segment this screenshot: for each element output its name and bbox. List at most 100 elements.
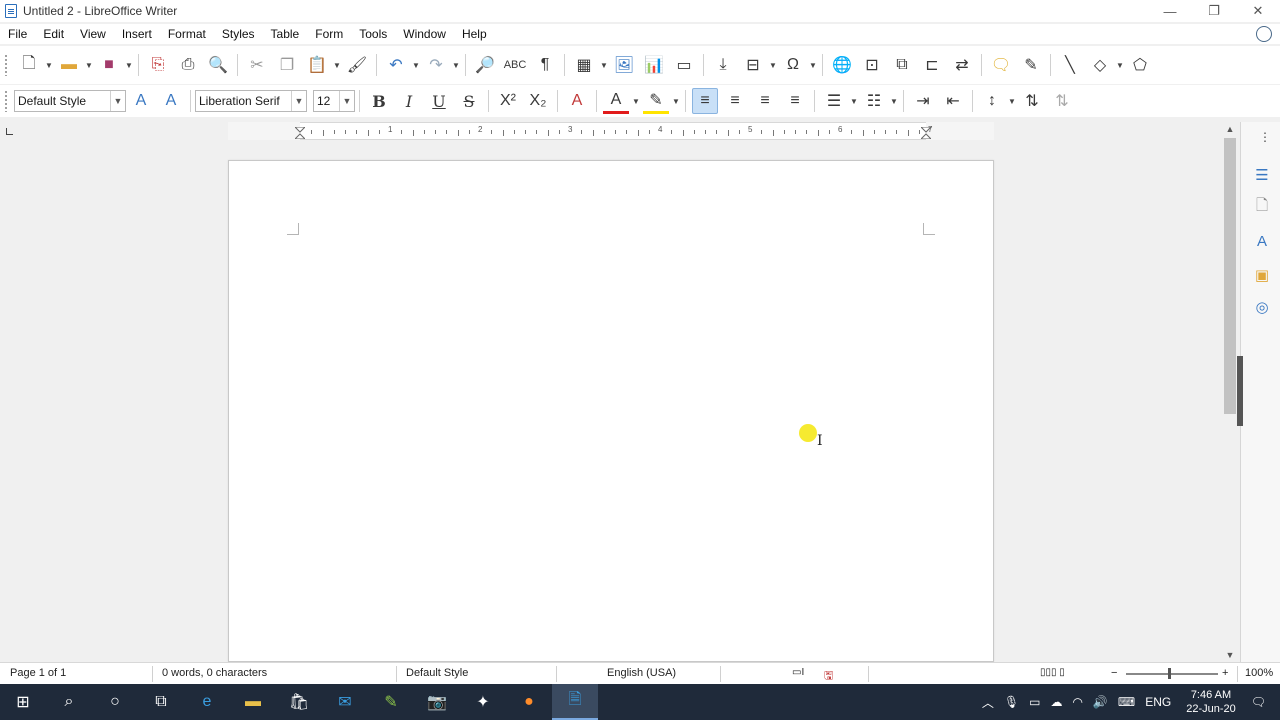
sidebar-menu-icon[interactable]: ⋮ (1259, 130, 1271, 144)
keyboard-icon[interactable]: ⌨ (1118, 695, 1135, 709)
redo-icon[interactable]: ↷ (423, 52, 449, 78)
firefox-icon[interactable]: ● (506, 684, 552, 720)
paste-dropdown-icon[interactable]: ▼ (332, 52, 342, 78)
menu-insert[interactable]: Insert (114, 27, 160, 41)
line-spacing-icon[interactable]: ↕ (979, 88, 1005, 114)
properties-icon[interactable]: ☰ (1251, 164, 1273, 186)
underline-button[interactable]: U (426, 88, 452, 114)
clock[interactable]: 7:46 AM 22-Jun-20 (1186, 688, 1236, 716)
undo-icon[interactable]: ↶ (383, 52, 409, 78)
scroll-down-icon[interactable]: ▼ (1222, 648, 1238, 662)
endnote-icon[interactable]: ⧉ (889, 52, 915, 78)
bold-button[interactable]: B (366, 88, 392, 114)
menu-help[interactable]: Help (454, 27, 495, 41)
redo-dropdown-icon[interactable]: ▼ (451, 52, 461, 78)
page-icon[interactable]: 🗋 (1251, 196, 1273, 218)
gallery-icon[interactable]: ▣ (1251, 264, 1273, 286)
horizontal-ruler[interactable]: 1234567 (228, 122, 994, 140)
language[interactable]: English (USA) (607, 667, 676, 679)
task-view-icon[interactable]: ⧉ (138, 684, 184, 720)
battery-icon[interactable]: ▭ (1029, 695, 1040, 709)
notifications-icon[interactable]: 🗨 (1251, 695, 1266, 709)
menu-styles[interactable]: Styles (214, 27, 263, 41)
insert-image-icon[interactable]: 🖼 (611, 52, 637, 78)
menu-table[interactable]: Table (263, 27, 308, 41)
page-style[interactable]: Default Style (406, 667, 468, 679)
new-document-icon[interactable]: 🗋 (16, 52, 42, 78)
scrollbar-thumb[interactable] (1224, 138, 1236, 414)
font-name-combo[interactable]: Liberation Serif ▼ (195, 90, 307, 112)
spelling-icon[interactable]: ABC (502, 52, 528, 78)
shapes-dropdown-icon[interactable]: ▼ (1115, 52, 1125, 78)
microphone-icon[interactable]: 🎙 (1004, 695, 1019, 709)
windows-start-icon[interactable]: ⊞ (0, 684, 46, 720)
print-icon[interactable]: ⎙ (175, 52, 201, 78)
show-hidden-icons-icon[interactable]: ︿ (982, 694, 994, 711)
chevron-down-icon[interactable]: ▼ (291, 91, 306, 111)
chevron-down-icon[interactable]: ▼ (110, 91, 125, 111)
globe-icon[interactable] (1256, 26, 1272, 42)
insert-chart-icon[interactable]: 📊 (641, 52, 667, 78)
language-indicator[interactable]: ENG (1145, 695, 1171, 709)
mail-icon[interactable]: ✉ (322, 684, 368, 720)
superscript-button[interactable]: X² (495, 88, 521, 114)
undo-dropdown-icon[interactable]: ▼ (411, 52, 421, 78)
view-layout-icon[interactable]: ▯▯▯ ▯ (1040, 667, 1065, 678)
new-dropdown-icon[interactable]: ▼ (44, 52, 54, 78)
align-right-icon[interactable]: ≡ (752, 88, 778, 114)
paste-icon[interactable]: 📋 (304, 52, 330, 78)
ordered-list-icon[interactable]: ☷ (861, 88, 887, 114)
copy-icon[interactable]: ❐ (274, 52, 300, 78)
menu-window[interactable]: Window (395, 27, 454, 41)
font-color-dropdown-icon[interactable]: ▼ (631, 88, 641, 114)
draw-functions-icon[interactable]: ⬠ (1127, 52, 1153, 78)
footnote-icon[interactable]: ⊡ (859, 52, 885, 78)
bullets-dropdown-icon[interactable]: ▼ (849, 88, 859, 114)
page-break-icon[interactable]: ⤓ (710, 52, 736, 78)
open-folder-icon[interactable]: ▬ (56, 52, 82, 78)
chevron-down-icon[interactable]: ▼ (339, 91, 354, 111)
tab-stop-type-icon[interactable] (6, 128, 13, 135)
toolbar-grip[interactable] (4, 90, 8, 112)
close-button[interactable]: ✕ (1236, 0, 1280, 22)
increase-indent-icon[interactable]: ⇥ (910, 88, 936, 114)
unordered-list-icon[interactable]: ☰ (821, 88, 847, 114)
save-icon[interactable]: ■ (96, 52, 122, 78)
selection-mode-icon[interactable]: ▭I (792, 667, 804, 678)
store-icon[interactable]: 🛍 (276, 684, 322, 720)
export-pdf-icon[interactable]: ⎘ (145, 52, 171, 78)
new-style-icon[interactable]: A (158, 88, 184, 114)
open-dropdown-icon[interactable]: ▼ (84, 52, 94, 78)
document-page[interactable]: I (228, 160, 994, 662)
clone-formatting-icon[interactable]: 🖌 (344, 52, 370, 78)
file-explorer-icon[interactable]: ▬ (230, 684, 276, 720)
scroll-up-icon[interactable]: ▲ (1222, 122, 1238, 136)
wifi-icon[interactable]: ◠ (1072, 695, 1082, 709)
menu-tools[interactable]: Tools (351, 27, 395, 41)
writer-taskbar-icon[interactable]: 🗎 (552, 684, 598, 720)
save-dropdown-icon[interactable]: ▼ (124, 52, 134, 78)
zoom-out-button[interactable]: − (1111, 667, 1117, 679)
increase-paragraph-spacing-icon[interactable]: ⇅ (1019, 88, 1045, 114)
highlight-color-icon[interactable]: ✎ (643, 88, 669, 114)
notepad-icon[interactable]: ✎ (368, 684, 414, 720)
bookmark-icon[interactable]: ⊏ (919, 52, 945, 78)
app-icon[interactable]: ✦ (460, 684, 506, 720)
comment-icon[interactable]: 🗨 (988, 52, 1014, 78)
align-left-icon[interactable]: ≡ (692, 88, 718, 114)
hyperlink-icon[interactable]: 🌐 (829, 52, 855, 78)
field-dropdown-icon[interactable]: ▼ (768, 52, 778, 78)
menu-form[interactable]: Form (307, 27, 351, 41)
insert-textbox-icon[interactable]: ▭ (671, 52, 697, 78)
table-dropdown-icon[interactable]: ▼ (599, 52, 609, 78)
insert-field-icon[interactable]: ⊟ (740, 52, 766, 78)
insert-table-icon[interactable]: ▦ (571, 52, 597, 78)
find-replace-icon[interactable]: 🔎 (472, 52, 498, 78)
restore-button[interactable]: ❐ (1192, 0, 1236, 22)
cut-icon[interactable]: ✂ (244, 52, 270, 78)
navigator-icon[interactable]: ◎ (1251, 296, 1273, 318)
strikethrough-button[interactable]: S (456, 88, 482, 114)
cross-reference-icon[interactable]: ⇄ (949, 52, 975, 78)
page-count[interactable]: Page 1 of 1 (10, 667, 66, 679)
menu-file[interactable]: File (0, 27, 35, 41)
